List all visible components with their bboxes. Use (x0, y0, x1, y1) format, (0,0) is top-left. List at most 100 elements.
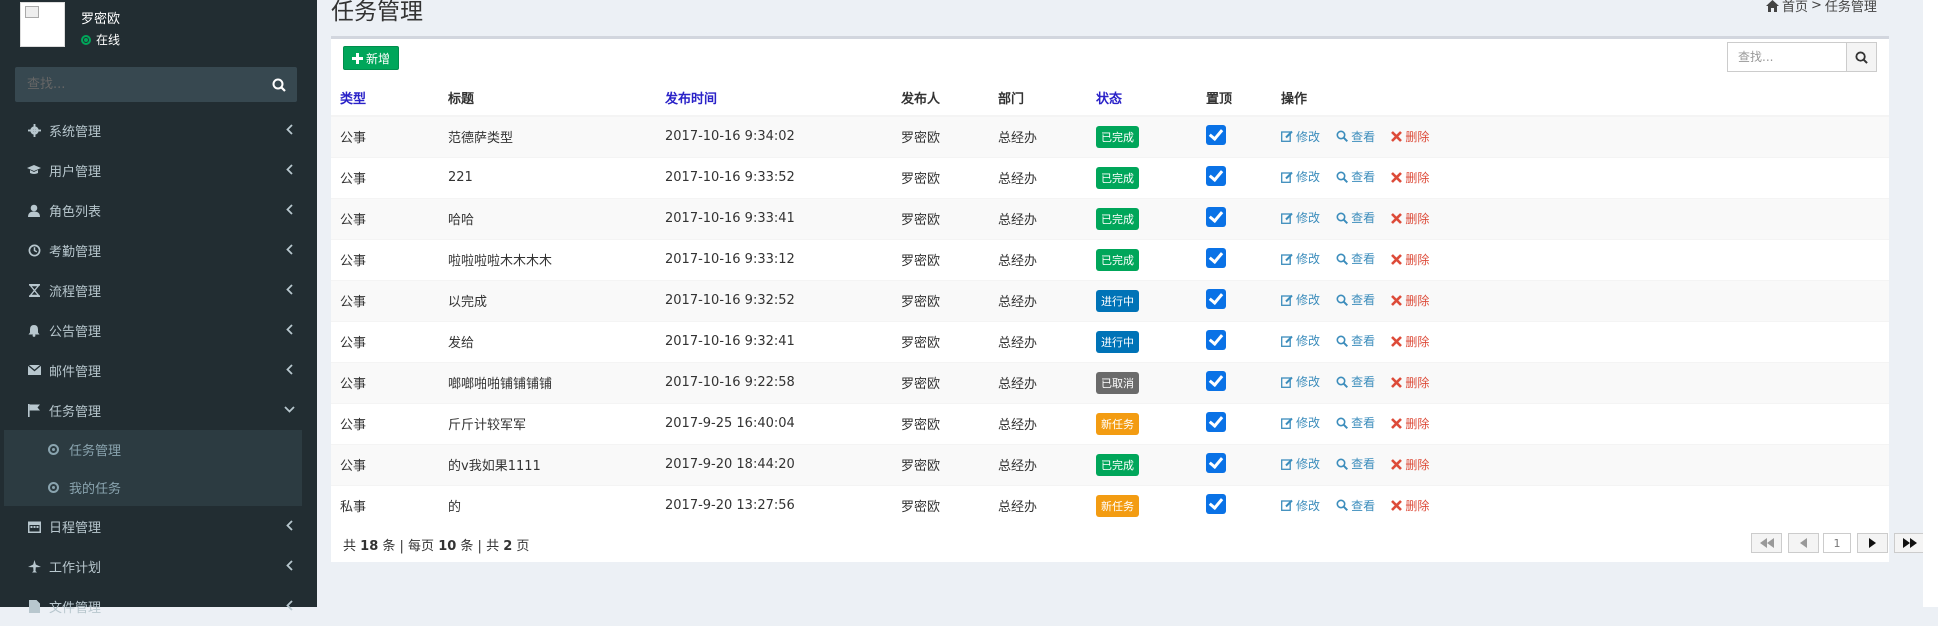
delete-link[interactable]: 删除 (1391, 251, 1429, 268)
view-link[interactable]: 查看 (1336, 455, 1375, 472)
edit-link[interactable]: 修改 (1281, 209, 1320, 226)
edit-icon (1281, 130, 1293, 142)
view-link[interactable]: 查看 (1336, 291, 1375, 308)
user-icon (27, 203, 41, 217)
view-link[interactable]: 查看 (1336, 168, 1375, 185)
view-link[interactable]: 查看 (1336, 128, 1375, 145)
pin-checkbox[interactable] (1206, 411, 1226, 432)
last-page-button[interactable] (1894, 533, 1925, 553)
col-type[interactable]: 类型 (331, 80, 439, 117)
search-icon (1336, 417, 1349, 429)
edit-link[interactable]: 修改 (1281, 128, 1320, 145)
view-label: 查看 (1351, 498, 1376, 513)
breadcrumb-current: 任务管理 (1824, 0, 1877, 15)
current-page[interactable]: 1 (1823, 533, 1851, 553)
sidebar-item-7[interactable]: 任务管理 (0, 390, 317, 430)
view-link[interactable]: 查看 (1336, 332, 1375, 349)
view-link[interactable]: 查看 (1336, 250, 1375, 267)
sidebar-search-input[interactable] (15, 67, 261, 102)
table-header-row: 类型 标题 发布时间 发布人 部门 状态 置顶 操作 (331, 80, 1889, 117)
cell-time: 2017-10-16 9:22:58 (656, 361, 892, 403)
view-label: 查看 (1351, 334, 1376, 349)
view-link[interactable]: 查看 (1336, 414, 1375, 431)
view-link[interactable]: 查看 (1336, 497, 1375, 514)
sidebar-item-4[interactable]: 流程管理 (0, 270, 317, 310)
breadcrumb-home[interactable]: 首页 (1782, 0, 1808, 15)
cell-actions: 修改 查看 删除 (1272, 443, 1889, 485)
sidebar-item-0[interactable]: 系统管理 (0, 110, 317, 150)
pin-checkbox[interactable] (1206, 247, 1226, 268)
pin-checkbox[interactable] (1206, 206, 1226, 227)
delete-link[interactable]: 删除 (1391, 210, 1429, 227)
sidebar-item-9[interactable]: 工作计划 (0, 546, 317, 586)
view-link[interactable]: 查看 (1336, 373, 1375, 390)
sidebar-item-1[interactable]: 用户管理 (0, 150, 317, 190)
pin-checkbox[interactable] (1206, 288, 1226, 309)
pin-checkbox[interactable] (1206, 329, 1226, 350)
view-link[interactable]: 查看 (1336, 209, 1375, 226)
delete-link[interactable]: 删除 (1391, 415, 1429, 432)
sidebar-item-label: 邮件管理 (49, 364, 102, 380)
edit-link[interactable]: 修改 (1281, 455, 1320, 472)
summary-prefix: 共 (343, 539, 357, 554)
sidebar-item-5[interactable]: 公告管理 (0, 310, 317, 350)
chevron-left-icon (286, 124, 293, 135)
pin-checkbox[interactable] (1206, 165, 1226, 186)
right-icon (1869, 538, 1876, 548)
sidebar: 罗密欧 在线 系统管理 用户管理 角色列表 考勤管理 流程管理 公告管理 (0, 0, 317, 616)
edit-link[interactable]: 修改 (1281, 291, 1320, 308)
cell-publisher: 罗密欧 (892, 115, 989, 157)
pin-checkbox[interactable] (1206, 370, 1226, 391)
cell-time: 2017-10-16 9:33:12 (656, 238, 892, 280)
sidebar-item-3[interactable]: 考勤管理 (0, 230, 317, 270)
delete-link[interactable]: 删除 (1391, 169, 1429, 186)
delete-link[interactable]: 删除 (1391, 128, 1429, 145)
delete-icon (1391, 500, 1403, 511)
submenu-item-1[interactable]: 我的任务 (4, 468, 302, 506)
search-icon[interactable] (261, 67, 297, 102)
right-scrollbar[interactable] (1923, 0, 1938, 607)
pin-checkbox[interactable] (1206, 452, 1226, 473)
delete-link[interactable]: 删除 (1391, 497, 1429, 514)
cell-type: 公事 (331, 197, 439, 239)
pagination-summary: 共 18 条 | 每页 10 条 | 共 2 页 (343, 535, 529, 554)
add-task-button[interactable]: 新增 (343, 46, 399, 70)
cell-type: 公事 (331, 115, 439, 157)
delete-icon (1391, 417, 1403, 429)
main-content: 任务管理 首页 > 任务管理 新增 类型 标题 发布时间 发布人 部门 (317, 0, 1938, 607)
edit-link[interactable]: 修改 (1281, 414, 1320, 431)
edit-link[interactable]: 修改 (1281, 168, 1320, 185)
table-row: 公事 哈哈 2017-10-16 9:33:41 罗密欧 总经办 已完成 修改 … (331, 197, 1889, 239)
table-search-input[interactable] (1728, 43, 1846, 71)
cell-type: 公事 (331, 443, 439, 485)
status-badge: 已完成 (1096, 125, 1139, 148)
delete-label: 删除 (1405, 293, 1430, 308)
col-status[interactable]: 状态 (1087, 80, 1197, 117)
gear-icon (27, 123, 41, 137)
edit-link[interactable]: 修改 (1281, 250, 1320, 267)
delete-link[interactable]: 删除 (1391, 374, 1429, 391)
edit-link[interactable]: 修改 (1281, 497, 1320, 514)
cell-dept: 总经办 (989, 197, 1087, 239)
cell-actions: 修改 查看 删除 (1272, 484, 1889, 526)
next-page-button[interactable] (1857, 533, 1888, 553)
user-panel: 罗密欧 在线 (20, 2, 120, 48)
delete-link[interactable]: 删除 (1391, 333, 1429, 350)
first-page-button[interactable] (1751, 533, 1782, 553)
submenu-item-0[interactable]: 任务管理 (4, 430, 302, 468)
delete-link[interactable]: 删除 (1391, 292, 1429, 309)
cell-title: 以完成 (439, 279, 656, 321)
delete-link[interactable]: 删除 (1391, 456, 1429, 473)
pin-checkbox[interactable] (1206, 124, 1226, 145)
chevron-left-icon (286, 204, 293, 215)
edit-link[interactable]: 修改 (1281, 373, 1320, 390)
table-search-button[interactable] (1846, 43, 1876, 71)
pin-checkbox[interactable] (1206, 493, 1226, 514)
sidebar-item-2[interactable]: 角色列表 (0, 190, 317, 230)
sidebar-item-6[interactable]: 邮件管理 (0, 350, 317, 390)
sidebar-item-10[interactable]: 文件管理 (0, 586, 317, 626)
prev-page-button[interactable] (1788, 533, 1819, 553)
edit-link[interactable]: 修改 (1281, 332, 1320, 349)
sidebar-item-8[interactable]: 日程管理 (0, 506, 317, 546)
col-time[interactable]: 发布时间 (656, 80, 892, 117)
